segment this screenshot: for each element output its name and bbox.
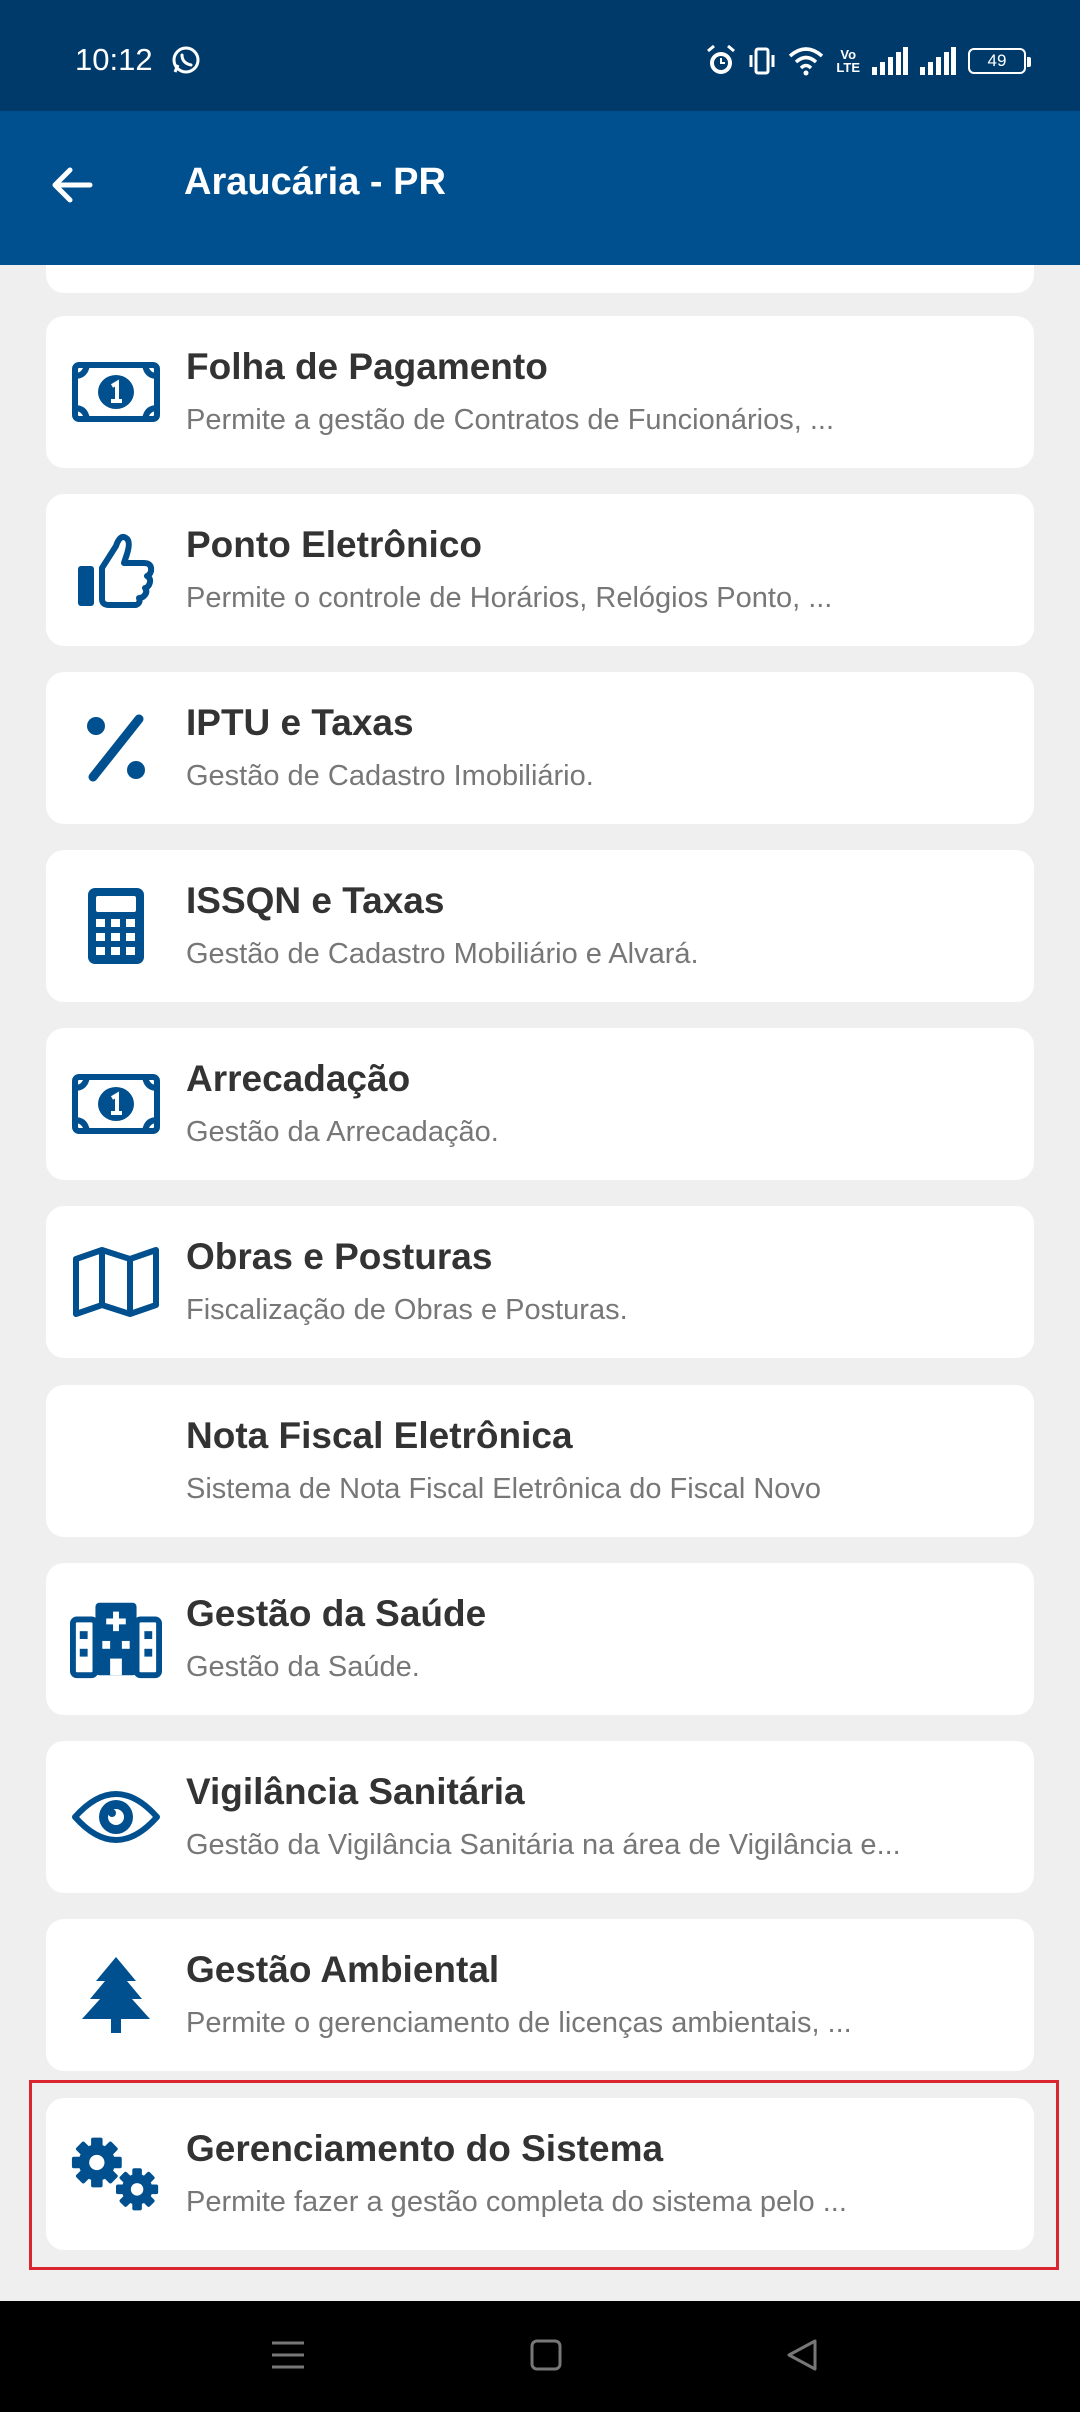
- home-button[interactable]: [522, 2333, 570, 2381]
- money-bill-icon: [70, 346, 162, 438]
- tree-icon: [70, 1949, 162, 2041]
- back-nav-button[interactable]: [778, 2333, 826, 2381]
- module-title: Gerenciamento do Sistema: [186, 2128, 664, 2169]
- module-title: ISSQN e Taxas: [186, 880, 445, 921]
- status-icons: Vo LTE 49: [706, 44, 1031, 78]
- module-title: Ponto Eletrônico: [186, 524, 482, 565]
- module-description: Fiscalização de Obras e Posturas.: [186, 1294, 628, 1326]
- module-description: Sistema de Nota Fiscal Eletrônica do Fis…: [186, 1473, 822, 1505]
- signal-icon-2: [920, 47, 956, 75]
- module-title: Obras e Posturas: [186, 1236, 493, 1277]
- list-item-partial[interactable]: [46, 265, 1034, 293]
- money-bill-icon: [70, 1058, 162, 1150]
- module-card-iptu-taxas[interactable]: IPTU e Taxas Gestão de Cadastro Imobiliá…: [46, 672, 1034, 824]
- module-title: Arrecadação: [186, 1058, 411, 1099]
- triangle-back-icon: [785, 2338, 819, 2377]
- gears-icon: [70, 2128, 162, 2220]
- volte-icon: Vo LTE: [836, 47, 860, 75]
- back-button[interactable]: [40, 155, 104, 219]
- module-description: Permite fazer a gestão completa do siste…: [186, 2186, 847, 2218]
- module-card-ponto-eletronico[interactable]: Ponto Eletrônico Permite o controle de H…: [46, 494, 1034, 646]
- module-title: IPTU e Taxas: [186, 702, 414, 743]
- module-description: Permite a gestão de Contratos de Funcion…: [186, 404, 835, 436]
- square-icon: [529, 2338, 563, 2377]
- module-card-gestao-ambiental[interactable]: Gestão Ambiental Permite o gerenciamento…: [46, 1919, 1034, 2071]
- arrow-left-icon: [48, 161, 96, 214]
- battery-icon: 49: [968, 48, 1031, 74]
- status-time: 10:12: [75, 42, 153, 77]
- whatsapp-icon: [170, 44, 202, 76]
- page-title: Araucária - PR: [184, 161, 446, 203]
- menu-button[interactable]: [264, 2333, 312, 2381]
- menu-icon: [270, 2339, 306, 2376]
- module-card-obras-posturas[interactable]: Obras e Posturas Fiscalização de Obras e…: [46, 1206, 1034, 1358]
- module-card-gerenciamento-sistema[interactable]: Gerenciamento do Sistema Permite fazer a…: [46, 2098, 1034, 2250]
- vibrate-icon: [748, 46, 776, 76]
- module-title: Nota Fiscal Eletrônica: [186, 1415, 573, 1456]
- module-description: Gestão de Cadastro Imobiliário.: [186, 760, 594, 792]
- hospital-icon: [70, 1593, 162, 1685]
- module-title: Gestão da Saúde: [186, 1593, 487, 1634]
- system-nav-bar: [0, 2301, 1080, 2412]
- status-bar: 10:12 Vo LTE 49: [0, 0, 1080, 111]
- module-description: Permite o controle de Horários, Relógios…: [186, 582, 833, 614]
- module-card-arrecadacao[interactable]: Arrecadação Gestão da Arrecadação.: [46, 1028, 1034, 1180]
- module-list[interactable]: Folha de Pagamento Permite a gestão de C…: [0, 265, 1080, 2301]
- signal-icon-1: [872, 47, 908, 75]
- thumbs-up-icon: [70, 524, 162, 616]
- module-card-gestao-saude[interactable]: Gestão da Saúde Gestão da Saúde.: [46, 1563, 1034, 1715]
- module-title: Gestão Ambiental: [186, 1949, 500, 1990]
- module-card-issqn-taxas[interactable]: ISSQN e Taxas Gestão de Cadastro Mobiliá…: [46, 850, 1034, 1002]
- module-card-vigilancia-sanitaria[interactable]: Vigilância Sanitária Gestão da Vigilânci…: [46, 1741, 1034, 1893]
- module-description: Gestão de Cadastro Mobiliário e Alvará.: [186, 938, 699, 970]
- percent-icon: [70, 702, 162, 794]
- module-card-nota-fiscal[interactable]: Nota Fiscal Eletrônica Sistema de Nota F…: [46, 1385, 1034, 1537]
- map-icon: [70, 1236, 162, 1328]
- app-bar: Araucária - PR: [0, 111, 1080, 265]
- wifi-icon: [788, 46, 824, 76]
- module-title: Vigilância Sanitária: [186, 1771, 525, 1812]
- calculator-icon: [70, 880, 162, 972]
- module-card-folha-pagamento[interactable]: Folha de Pagamento Permite a gestão de C…: [46, 316, 1034, 468]
- module-title: Folha de Pagamento: [186, 346, 548, 387]
- eye-icon: [70, 1771, 162, 1863]
- module-description: Gestão da Saúde.: [186, 1651, 420, 1683]
- module-description: Gestão da Vigilância Sanitária na área d…: [186, 1829, 901, 1861]
- alarm-icon: [706, 45, 736, 77]
- module-description: Permite o gerenciamento de licenças ambi…: [186, 2007, 852, 2039]
- module-description: Gestão da Arrecadação.: [186, 1116, 499, 1148]
